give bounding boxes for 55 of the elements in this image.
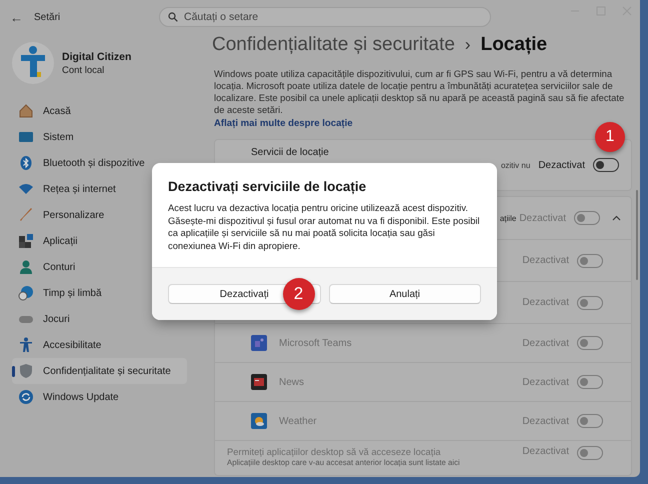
page-description: Windows poate utiliza capacitățile dispozitivului, cum ar fi GPS sau Wi-Fi, pentru a vă determina locația. Microsoft poate utiliza datele de locație pentru a îmbunătăți acuratețea serviciilor sale de localizare. Este posibil ca unele aplicații desktop să nu apară pe această pagină sau să fie afectate de aceste setări. <box>214 68 626 116</box>
dialog-message: Acest lucru va dezactiva locația pentru oricine utilizează acest dispozitiv. Găsește-mi dispozitivul și fusul orar automat nu va fi disponibil. Este posibil ca aplicațiile și serviciile să nu mai poată solicita locația sau găsi conexiunea Wi-Fi din apropiere. <box>168 202 481 252</box>
apps-icon <box>18 233 34 249</box>
account-name: Digital Citizen <box>62 50 132 62</box>
app-name: News <box>279 376 304 388</box>
wifi-icon <box>18 181 34 197</box>
step-number-badge: 2 <box>282 278 314 310</box>
app-name: Weather <box>279 416 317 426</box>
status-label: Dezactivat <box>522 446 569 457</box>
brush-icon <box>18 207 34 223</box>
update-icon <box>18 389 34 405</box>
back-button[interactable]: ← <box>10 10 26 24</box>
nav-item[interactable]: Conturi <box>12 254 187 280</box>
dialog-button[interactable]: Anulați <box>328 284 481 304</box>
setting-description: ațiile <box>500 214 516 222</box>
status-label: Dezactivat <box>522 416 569 426</box>
status-label: Dezactivat <box>522 376 569 388</box>
monitor-icon <box>18 129 34 145</box>
status-label: Dezactivat <box>522 255 569 266</box>
house-icon <box>18 103 34 119</box>
breadcrumb-parent[interactable]: Confidențialitate și securitate <box>212 34 455 56</box>
nav-item[interactable]: Bluetooth și dispozitive <box>12 150 187 176</box>
accessibility-icon <box>18 337 34 353</box>
account-type: Cont local <box>62 64 106 76</box>
page-title: Locație <box>480 34 548 56</box>
learn-more-link[interactable]: Aflați mai multe despre locație <box>214 118 353 129</box>
step-number-badge: 1 <box>595 122 625 152</box>
status-label: Dezactivat <box>522 338 569 348</box>
teams-icon <box>251 335 267 351</box>
weather-icon <box>251 413 267 429</box>
shield-icon <box>18 363 34 379</box>
setting-title: Permiteți aplicațiilor desktop să vă acceseze locația <box>227 446 442 457</box>
status-label: Dezactivat <box>522 297 569 308</box>
nav-item[interactable]: Sistem <box>12 124 187 150</box>
person-icon <box>18 259 34 275</box>
search-icon <box>168 12 178 22</box>
nav-item[interactable]: Acasă <box>12 98 187 124</box>
status-label: Dezactivat <box>538 160 585 170</box>
toggle-switch[interactable] <box>593 158 619 172</box>
window-title: Setări <box>34 12 60 22</box>
nav-item[interactable]: Jocuri <box>12 306 187 332</box>
bluetooth-icon <box>18 155 34 171</box>
nav-item[interactable]: Accesibilitate <box>12 332 187 358</box>
logo-icon <box>12 42 54 84</box>
news-icon <box>251 374 267 390</box>
setting-description: ozitiv nu <box>500 160 530 170</box>
search-field[interactable]: Căutați o setare <box>159 7 491 27</box>
dialog-title: Dezactivați serviciile de locație <box>168 179 366 194</box>
breadcrumb-separator: › <box>464 35 471 55</box>
status-label: Dezactivat <box>519 212 566 224</box>
globe-clock-icon <box>18 285 34 301</box>
setting-title: Servicii de locație <box>251 147 329 158</box>
nav-item[interactable]: Windows Update <box>12 384 187 410</box>
app-name: Microsoft Teams <box>279 338 352 348</box>
nav-item[interactable]: Confidențialitate și securitate <box>12 358 187 384</box>
